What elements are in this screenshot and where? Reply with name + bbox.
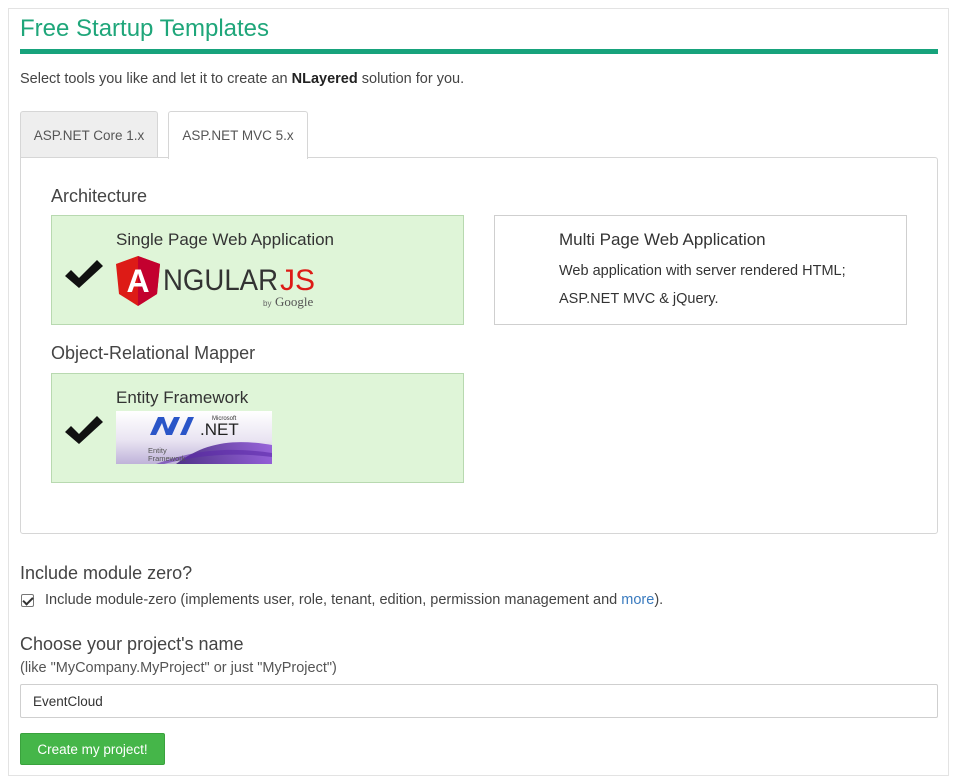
module-zero-checkbox[interactable] <box>21 593 34 607</box>
angular-wordmark: NGULAR <box>163 264 278 297</box>
angular-google: Google <box>275 294 314 309</box>
option-title: Entity Framework <box>116 388 249 407</box>
checkmark-icon <box>65 260 103 288</box>
angular-suffix: JS <box>280 264 315 297</box>
module-zero-heading: Include module zero? <box>20 563 193 583</box>
option-title: Multi Page Web Application <box>559 230 766 249</box>
title-divider <box>20 49 938 54</box>
checkmark-icon <box>65 416 103 444</box>
project-name-heading: Choose your project's name <box>20 634 244 654</box>
option-entity-framework[interactable]: Entity Framework Microsoft .NET Entity F… <box>51 373 464 483</box>
create-project-button[interactable]: Create my project! <box>20 733 165 765</box>
intro-bold: NLayered <box>291 71 358 87</box>
project-name-input[interactable] <box>20 684 938 718</box>
angularjs-logo: A NGULAR JS by Google <box>116 256 315 309</box>
orm-heading: Object-Relational Mapper <box>51 343 256 363</box>
angular-letter: A <box>126 263 149 299</box>
angular-by: by <box>263 299 271 308</box>
architecture-heading: Architecture <box>51 186 148 206</box>
option-multi-page-app[interactable]: Multi Page Web Application Web applicati… <box>494 215 907 325</box>
module-zero-row: Include module-zero (implements user, ro… <box>20 592 663 608</box>
option-single-page-app[interactable]: Single Page Web Application A NGULAR JS … <box>51 215 464 325</box>
project-name-hint: (like "MyCompany.MyProject" or just "MyP… <box>20 660 337 676</box>
ef-net: .NET <box>200 420 239 439</box>
page-title: Free Startup Templates <box>20 15 270 42</box>
more-link[interactable]: more <box>621 592 654 608</box>
ef-line2: Framework <box>148 454 186 463</box>
tab-aspnet-core[interactable]: ASP.NET Core 1.x <box>20 111 158 158</box>
intro-text: Select tools you like and let it to crea… <box>20 71 465 87</box>
option-description: Web application with server rendered HTM… <box>559 263 846 307</box>
module-zero-label: Include module-zero (implements user, ro… <box>45 592 664 608</box>
entity-framework-logo: Microsoft .NET Entity Framework <box>116 411 272 464</box>
option-title: Single Page Web Application <box>116 230 335 249</box>
tab-aspnet-mvc[interactable]: ASP.NET MVC 5.x <box>168 111 308 159</box>
